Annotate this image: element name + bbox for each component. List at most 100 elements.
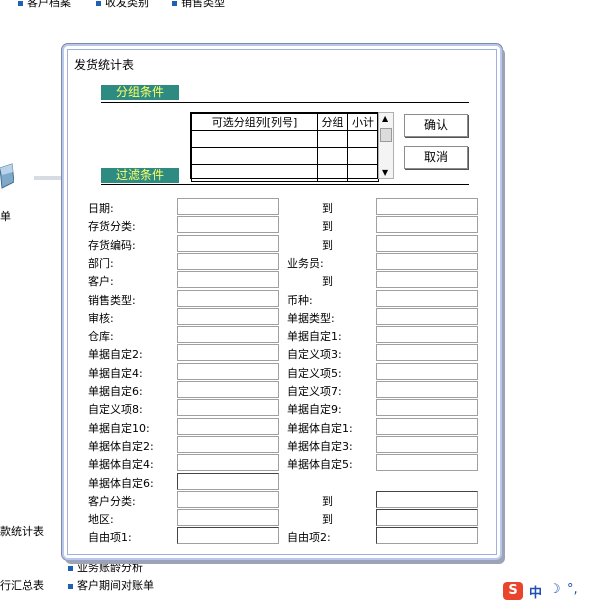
bullet-icon: [68, 565, 73, 571]
filter-input-right[interactable]: [376, 381, 478, 398]
filter-input-right[interactable]: [376, 509, 478, 526]
scroll-thumb[interactable]: [380, 128, 392, 142]
grid-cell[interactable]: [317, 147, 348, 165]
grid-cell[interactable]: [347, 130, 379, 148]
filter-section-tab: 过滤条件: [101, 168, 179, 183]
filter-input-right[interactable]: [376, 454, 478, 471]
bg-report-link[interactable]: 款统计表: [0, 523, 44, 539]
box-icon[interactable]: [0, 160, 14, 194]
filter-input-right[interactable]: [376, 198, 478, 215]
filter-label-left: 地区:: [88, 513, 114, 526]
filter-label-left: 自定义项8:: [88, 403, 143, 416]
half-width-icon[interactable]: ☽: [549, 582, 561, 597]
filter-input-left[interactable]: [177, 454, 279, 471]
filter-to-label: 到: [322, 202, 333, 215]
grid-cell[interactable]: [347, 164, 379, 182]
filter-input-right[interactable]: [376, 308, 478, 325]
bullet-icon: [68, 583, 73, 589]
filter-label-right: 自定义项5:: [287, 367, 342, 380]
filter-input-left[interactable]: [177, 326, 279, 343]
filter-input-right[interactable]: [376, 436, 478, 453]
filter-input-right[interactable]: [376, 235, 478, 252]
ok-button[interactable]: 确认: [404, 114, 468, 137]
filter-input-left[interactable]: [177, 436, 279, 453]
filter-label-right: 自定义项3:: [287, 348, 342, 361]
filter-to-label: 到: [322, 239, 333, 252]
filter-input-right[interactable]: [376, 216, 478, 233]
filter-input-left[interactable]: [177, 271, 279, 288]
grid-scrollbar[interactable]: ▲ ▼: [378, 112, 394, 179]
group-section-divider: [101, 102, 469, 103]
grid-row[interactable]: [191, 130, 379, 148]
filter-input-left[interactable]: [177, 363, 279, 380]
grid-cell[interactable]: [317, 164, 348, 182]
grid-header-group: 分组: [317, 113, 348, 131]
filter-input-left[interactable]: [177, 399, 279, 416]
cancel-button[interactable]: 取消: [404, 146, 468, 169]
filter-input-right[interactable]: [376, 253, 478, 270]
sogou-logo-icon[interactable]: S: [503, 582, 523, 600]
filter-input-left[interactable]: [177, 418, 279, 435]
filter-label-right: 单据体自定3:: [287, 440, 353, 453]
filter-input-right[interactable]: [376, 344, 478, 361]
filter-input-left[interactable]: [177, 509, 279, 526]
dialog-title: 发货统计表: [74, 58, 135, 72]
filter-label-right: 单据体自定5:: [287, 458, 353, 471]
filter-label-right: 币种:: [287, 294, 313, 307]
filter-input-left[interactable]: [177, 253, 279, 270]
dialog-body: 发货统计表 分组条件 可选分组列[列号] 分组 小计 ▲ ▼ 确认 取消 过滤条…: [67, 49, 497, 555]
group-column-grid[interactable]: 可选分组列[列号] 分组 小计: [190, 112, 379, 182]
grid-cell[interactable]: [317, 130, 348, 148]
filter-to-label: 到: [322, 495, 333, 508]
filter-input-right[interactable]: [376, 399, 478, 416]
filter-input-left[interactable]: [177, 198, 279, 215]
bg-link-receive-type[interactable]: 收发类别: [96, 0, 149, 10]
filter-label-right: 单据自定9:: [287, 403, 342, 416]
ime-toolbar[interactable]: S 中 ☽ °,: [503, 578, 597, 604]
scroll-down-icon[interactable]: ▼: [382, 168, 388, 177]
filter-input-right[interactable]: [376, 271, 478, 288]
filter-input-right[interactable]: [376, 290, 478, 307]
filter-input-right[interactable]: [376, 491, 478, 508]
bg-link-sales-type[interactable]: 销售类型: [172, 0, 225, 10]
bullet-icon: [172, 0, 177, 6]
bg-link-aging-analysis[interactable]: 业务账龄分析: [68, 559, 143, 575]
bg-link-customer-file[interactable]: 客户档案: [18, 0, 71, 10]
grid-row[interactable]: [191, 164, 379, 182]
filter-input-left[interactable]: [177, 290, 279, 307]
filter-label-left: 单据体自定4:: [88, 458, 154, 471]
bg-link-customer-statement[interactable]: 客户期间对账单: [68, 577, 154, 593]
punctuation-icon[interactable]: °,: [567, 582, 578, 597]
filter-section-divider: [101, 184, 469, 185]
filter-input-right[interactable]: [376, 527, 478, 544]
filter-input-left[interactable]: [177, 491, 279, 508]
filter-label-left: 客户:: [88, 275, 114, 288]
grid-cell[interactable]: [191, 147, 318, 165]
filter-input-left[interactable]: [177, 216, 279, 233]
filter-label-left: 部门:: [88, 257, 114, 270]
grid-cell[interactable]: [347, 147, 379, 165]
bg-report-link-2[interactable]: 行汇总表: [0, 577, 44, 593]
scroll-up-icon[interactable]: ▲: [382, 114, 388, 123]
filter-input-left[interactable]: [177, 473, 279, 490]
filter-label-right: 自定义项7:: [287, 385, 342, 398]
filter-input-right[interactable]: [376, 418, 478, 435]
filter-input-left[interactable]: [177, 527, 279, 544]
filter-input-right[interactable]: [376, 326, 478, 343]
filter-input-left[interactable]: [177, 344, 279, 361]
bg-arrow-line: [34, 176, 64, 180]
grid-row[interactable]: [191, 147, 379, 165]
filter-input-left[interactable]: [177, 308, 279, 325]
grid-cell[interactable]: [191, 130, 318, 148]
filter-label-right: 单据自定1:: [287, 330, 342, 343]
ime-mode-label[interactable]: 中: [529, 582, 542, 601]
shipment-stats-dialog: 发货统计表 分组条件 可选分组列[列号] 分组 小计 ▲ ▼ 确认 取消 过滤条…: [62, 44, 502, 560]
filter-input-left[interactable]: [177, 235, 279, 252]
filter-label-left: 单据体自定6:: [88, 477, 154, 490]
filter-input-right[interactable]: [376, 363, 478, 380]
filter-input-left[interactable]: [177, 381, 279, 398]
filter-label-right: 单据体自定1:: [287, 422, 353, 435]
filter-label-right: 自由项2:: [287, 531, 331, 544]
grid-cell[interactable]: [191, 164, 318, 182]
filter-to-label: 到: [322, 513, 333, 526]
